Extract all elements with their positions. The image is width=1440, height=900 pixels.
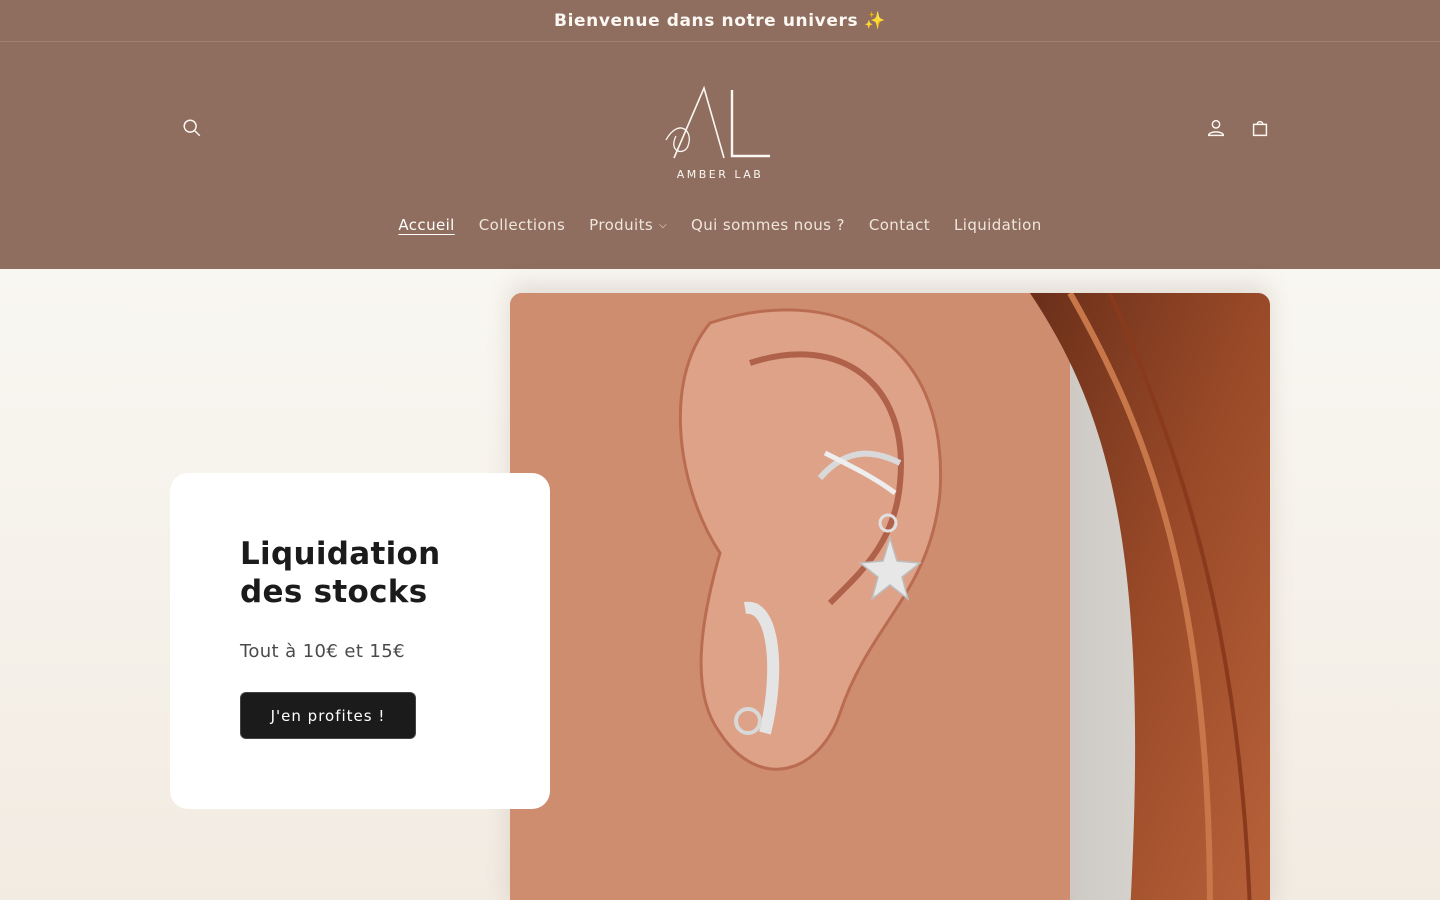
nav-label: Collections [478, 216, 566, 234]
nav-item-qui-sommes-nous[interactable]: Qui sommes nous ? [679, 212, 857, 238]
account-button[interactable] [1194, 106, 1238, 150]
account-icon [1207, 119, 1225, 137]
logo-monogram [665, 85, 770, 158]
hero-section: Liquidation des stocks Tout à 10€ et 15€… [0, 269, 1440, 900]
nav-item-liquidation[interactable]: Liquidation [942, 212, 1054, 238]
announcement-bar: Bienvenue dans notre univers ✨ [0, 0, 1440, 42]
ear-jewelry-photo [510, 293, 1270, 900]
nav-item-accueil[interactable]: Accueil [386, 212, 466, 238]
nav-item-collections[interactable]: Collections [467, 212, 577, 238]
nav-item-produits[interactable]: Produits ⌵ [577, 212, 679, 238]
hero-subtitle: Tout à 10€ et 15€ [240, 641, 405, 662]
nav-label: Contact [868, 216, 931, 234]
nav-item-contact[interactable]: Contact [857, 212, 942, 238]
search-button[interactable] [170, 106, 214, 150]
nav-label: Accueil [398, 216, 455, 234]
hero-card: Liquidation des stocks Tout à 10€ et 15€… [170, 473, 550, 809]
nav-label: Liquidation [954, 216, 1042, 234]
logo-text: AMBER LAB [676, 167, 764, 181]
site-header: AMBER LAB Accueil Collections Produits ⌵… [0, 42, 1440, 269]
main-nav: Accueil Collections Produits ⌵ Qui somme… [0, 212, 1440, 238]
chevron-down-icon: ⌵ [659, 219, 668, 231]
nav-label: Qui sommes nous ? [691, 216, 845, 234]
nav-label: Produits [589, 216, 654, 234]
hero-title: Liquidation des stocks [240, 536, 441, 610]
cart-icon [1252, 120, 1268, 137]
announcement-text: Bienvenue dans notre univers [554, 10, 859, 31]
logo[interactable]: AMBER LAB [640, 70, 800, 190]
hero-cta-button[interactable]: J'en profites ! [240, 692, 416, 739]
sparkle-emoji: ✨ [864, 10, 886, 31]
hero-image [510, 293, 1270, 900]
search-icon [183, 119, 201, 137]
cart-button[interactable] [1238, 106, 1282, 150]
